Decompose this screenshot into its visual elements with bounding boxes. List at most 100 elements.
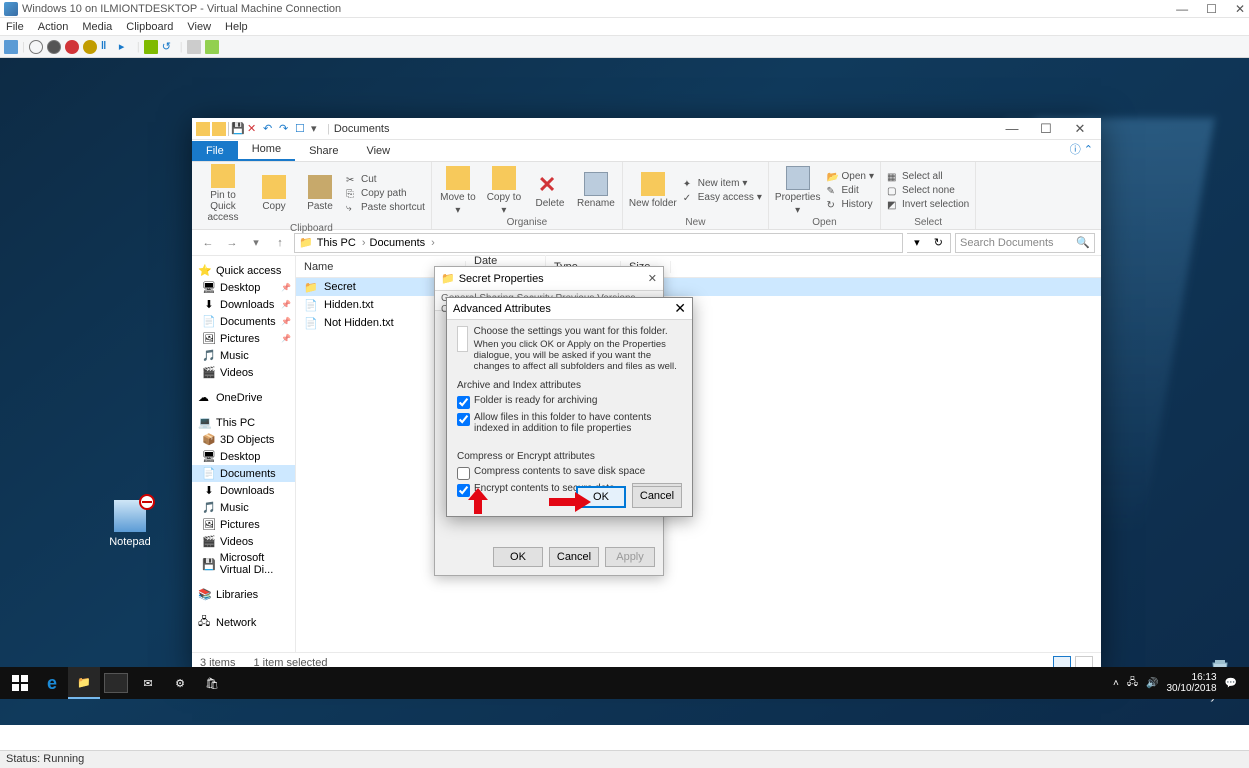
file-row[interactable]: 📁Secret bbox=[296, 278, 1101, 296]
addr-dropdown[interactable]: ▾ bbox=[914, 236, 920, 249]
chk-index[interactable]: Allow files in this folder to have conte… bbox=[457, 412, 682, 434]
menu-media[interactable]: Media bbox=[82, 21, 112, 33]
maximize-button[interactable]: ☐ bbox=[1029, 121, 1063, 137]
breadcrumb[interactable]: Documents bbox=[370, 237, 435, 249]
cancel-button[interactable]: Cancel bbox=[549, 547, 599, 567]
menu-help[interactable]: Help bbox=[225, 21, 248, 33]
new-folder-button[interactable]: New folder bbox=[629, 172, 677, 209]
tree-music[interactable]: 🎵Music bbox=[192, 347, 295, 364]
menu-file[interactable]: File bbox=[6, 21, 24, 33]
paste-button[interactable]: Paste bbox=[300, 175, 340, 212]
maximize-button[interactable]: ☐ bbox=[1206, 2, 1217, 16]
minimize-button[interactable]: — bbox=[995, 121, 1029, 137]
enhanced-session-icon[interactable] bbox=[187, 40, 201, 54]
adv-titlebar[interactable]: Advanced Attributes ✕ bbox=[447, 298, 692, 320]
refresh-button[interactable]: ↻ bbox=[934, 236, 943, 249]
forward-button[interactable]: → bbox=[222, 233, 242, 253]
apply-button[interactable]: Apply bbox=[605, 547, 655, 567]
tray-network-icon[interactable]: 🖧 bbox=[1127, 675, 1138, 692]
tree-videos[interactable]: 🎬Videos bbox=[192, 533, 295, 550]
tree-music[interactable]: 🎵Music bbox=[192, 499, 295, 516]
taskbar-store[interactable]: 🛍 bbox=[196, 667, 228, 699]
tray-up-icon[interactable]: ˄ bbox=[1113, 678, 1119, 689]
props-icon[interactable]: ☐ bbox=[295, 122, 309, 136]
tree-videos[interactable]: 🎬Videos bbox=[192, 364, 295, 381]
taskbar-settings[interactable]: ⚙ bbox=[164, 667, 196, 699]
reset-icon[interactable]: ▸ bbox=[119, 40, 133, 54]
tree-desktop[interactable]: 🖥Desktop bbox=[192, 448, 295, 465]
tray-volume-icon[interactable]: 🔊 bbox=[1146, 678, 1158, 689]
tree-3d-objects[interactable]: 📦3D Objects bbox=[192, 431, 295, 448]
tab-file[interactable]: File bbox=[192, 141, 238, 161]
open-button[interactable]: 📂Open ▾ bbox=[826, 170, 874, 183]
file-row[interactable]: 📄Hidden.txt bbox=[296, 296, 1101, 314]
select-none-button[interactable]: ▢Select none bbox=[887, 184, 969, 197]
paste-shortcut-button[interactable]: ⤷Paste shortcut bbox=[346, 201, 425, 214]
chk-archive[interactable]: Folder is ready for archiving bbox=[457, 395, 682, 409]
tab-view[interactable]: View bbox=[352, 141, 404, 161]
copy-button[interactable]: Copy bbox=[254, 175, 294, 212]
edit-button[interactable]: ✎Edit bbox=[826, 184, 874, 197]
tree-network[interactable]: 🖧Network bbox=[192, 609, 295, 634]
start-icon[interactable] bbox=[29, 40, 43, 54]
tree-documents[interactable]: 📄Documents bbox=[192, 465, 295, 482]
qat-dropdown-icon[interactable]: ▾ bbox=[311, 122, 325, 136]
address-bar[interactable]: 📁 This PC Documents bbox=[294, 233, 903, 253]
shutdown-icon[interactable] bbox=[65, 40, 79, 54]
ok-button[interactable]: OK bbox=[493, 547, 543, 567]
start-button[interactable] bbox=[4, 667, 36, 699]
back-button[interactable]: ← bbox=[198, 233, 218, 253]
taskbar-clock[interactable]: 16:13 30/10/2018 bbox=[1166, 672, 1216, 694]
delete-icon[interactable]: ✕ bbox=[247, 122, 261, 136]
minimize-button[interactable]: — bbox=[1176, 2, 1188, 16]
checkpoint-icon[interactable] bbox=[144, 40, 158, 54]
breadcrumb[interactable]: This PC bbox=[317, 237, 366, 249]
close-button[interactable]: ✕ bbox=[648, 272, 657, 285]
cut-button[interactable]: ✂Cut bbox=[346, 173, 425, 186]
guest-desktop[interactable]: Notepad Recycle Bin 💾 ✕ ↶ ↷ ☐ ▾ | Docume… bbox=[0, 58, 1249, 725]
invert-selection-button[interactable]: ◩Invert selection bbox=[887, 198, 969, 211]
history-button[interactable]: ↻History bbox=[826, 198, 874, 211]
share-icon[interactable] bbox=[205, 40, 219, 54]
desktop-icon-notepad[interactable]: Notepad bbox=[95, 500, 165, 548]
turnoff-icon[interactable] bbox=[47, 40, 61, 54]
delete-button[interactable]: ✕Delete bbox=[530, 172, 570, 209]
tray-notifications-icon[interactable]: 💬 bbox=[1225, 678, 1237, 689]
tree-documents[interactable]: 📄Documents bbox=[192, 313, 295, 330]
pin-quick-access-button[interactable]: Pin to Quick access bbox=[198, 164, 248, 223]
taskbar-terminal[interactable] bbox=[104, 673, 128, 693]
rename-button[interactable]: Rename bbox=[576, 172, 616, 209]
new-item-button[interactable]: ✦New item ▾ bbox=[683, 177, 762, 190]
tree-desktop[interactable]: 🖥Desktop bbox=[192, 279, 295, 296]
menu-view[interactable]: View bbox=[187, 21, 211, 33]
taskbar-mail[interactable]: ✉ bbox=[132, 667, 164, 699]
tree-pictures[interactable]: 🖼Pictures bbox=[192, 516, 295, 533]
explorer-titlebar[interactable]: 💾 ✕ ↶ ↷ ☐ ▾ | Documents — ☐ ✕ bbox=[192, 118, 1101, 140]
search-input[interactable]: Search Documents 🔍 bbox=[955, 233, 1095, 253]
save-icon[interactable] bbox=[83, 40, 97, 54]
redo-icon[interactable]: ↷ bbox=[279, 122, 293, 136]
close-button[interactable]: ✕ bbox=[1063, 121, 1097, 137]
tree-downloads[interactable]: ⬇Downloads bbox=[192, 296, 295, 313]
ribbon-collapse-icon[interactable]: ⓘ ⌃ bbox=[1062, 137, 1101, 161]
close-button[interactable]: ✕ bbox=[1235, 2, 1245, 16]
menu-action[interactable]: Action bbox=[38, 21, 69, 33]
tree-onedrive[interactable]: ☁OneDrive bbox=[192, 387, 295, 406]
revert-icon[interactable]: ↺ bbox=[162, 40, 176, 54]
tab-home[interactable]: Home bbox=[238, 139, 295, 161]
tree-msvd[interactable]: 💾Microsoft Virtual Di... bbox=[192, 550, 295, 578]
copy-to-button[interactable]: Copy to▾ bbox=[484, 166, 524, 216]
tab-share[interactable]: Share bbox=[295, 141, 352, 161]
recent-locations-button[interactable]: ▾ bbox=[246, 233, 266, 253]
properties-button[interactable]: Properties▾ bbox=[775, 166, 821, 216]
close-button[interactable]: ✕ bbox=[674, 300, 686, 317]
taskbar-edge[interactable]: e bbox=[36, 667, 68, 699]
copy-path-button[interactable]: ⎘Copy path bbox=[346, 187, 425, 200]
tree-libraries[interactable]: 📚Libraries bbox=[192, 584, 295, 603]
ctrl-alt-del-icon[interactable] bbox=[4, 40, 18, 54]
menu-clipboard[interactable]: Clipboard bbox=[126, 21, 173, 33]
taskbar-explorer[interactable]: 📁 bbox=[68, 667, 100, 699]
tree-downloads[interactable]: ⬇Downloads bbox=[192, 482, 295, 499]
easy-access-button[interactable]: ✓Easy access ▾ bbox=[683, 191, 762, 204]
file-row[interactable]: 📄Not Hidden.txt bbox=[296, 314, 1101, 332]
